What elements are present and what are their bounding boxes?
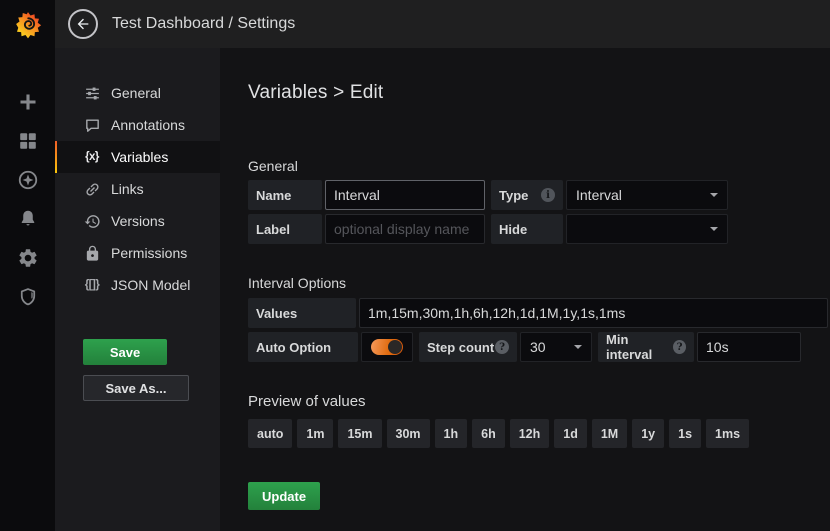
step-count-value: 30	[530, 339, 546, 355]
step-count-group: Step count ? 30	[419, 332, 592, 362]
main-content: Variables > Edit General Name Type i Int…	[220, 48, 830, 531]
name-label: Name	[248, 180, 322, 210]
sliders-icon	[83, 85, 101, 102]
back-arrow-icon	[75, 16, 91, 32]
add-icon[interactable]	[17, 91, 39, 113]
auto-option-label: Auto Option	[248, 332, 358, 362]
values-input[interactable]	[359, 298, 828, 328]
nav-item-links[interactable]: Links	[55, 173, 220, 205]
nav-item-label: JSON Model	[111, 277, 190, 293]
admin-shield-icon[interactable]	[17, 286, 39, 308]
name-field-group: Name	[248, 180, 485, 210]
explore-compass-icon[interactable]	[17, 169, 39, 191]
auto-option-toggle[interactable]	[361, 332, 413, 362]
nav-item-versions[interactable]: Versions	[55, 205, 220, 237]
hide-select[interactable]	[566, 214, 728, 244]
nav-item-json-model[interactable]: {[]} JSON Model	[55, 269, 220, 301]
history-icon	[83, 213, 101, 230]
label-field-group: Label	[248, 214, 485, 244]
preview-pill: 1ms	[706, 419, 749, 448]
info-icon[interactable]: i	[541, 188, 555, 202]
nav-item-label: Links	[111, 181, 144, 197]
back-button[interactable]	[68, 9, 98, 39]
preview-pill: 6h	[472, 419, 505, 448]
lock-icon	[83, 245, 101, 262]
page-breadcrumb: Test Dashboard / Settings	[112, 0, 295, 48]
step-count-label-text: Step count	[427, 340, 494, 355]
hide-field-group: Hide	[491, 214, 728, 244]
type-label-text: Type	[499, 188, 528, 203]
preview-pill: 1y	[632, 419, 664, 448]
name-type-row: Name Type i Interval	[248, 180, 828, 210]
toggle-knob	[388, 340, 402, 354]
nav-item-label: General	[111, 85, 161, 101]
configuration-gear-icon[interactable]	[17, 247, 39, 269]
save-as-button[interactable]: Save As...	[83, 375, 189, 401]
chevron-down-icon	[710, 193, 718, 197]
dashboard-settings-nav: General Annotations {x} Variables Links	[55, 48, 220, 531]
auto-option-group: Auto Option	[248, 332, 413, 362]
help-icon[interactable]: ?	[673, 340, 686, 354]
step-count-label: Step count ?	[419, 332, 517, 362]
label-hide-row: Label Hide	[248, 214, 828, 244]
nav-item-label: Versions	[111, 213, 165, 229]
name-input[interactable]	[325, 180, 485, 210]
nav-item-general[interactable]: General	[55, 77, 220, 109]
save-button[interactable]: Save	[83, 339, 167, 365]
auto-option-row: Auto Option Step count ? 30 Min interval	[248, 332, 828, 362]
preview-pill: 1h	[435, 419, 468, 448]
min-interval-label: Min interval ?	[598, 332, 694, 362]
alerting-bell-icon[interactable]	[17, 208, 39, 230]
side-iconbar	[0, 48, 55, 531]
chevron-down-icon	[574, 345, 582, 349]
preview-pill: 1m	[297, 419, 333, 448]
values-row: Values	[248, 298, 828, 328]
save-button-group: Save Save As...	[55, 339, 220, 401]
label-label: Label	[248, 214, 322, 244]
nav-item-permissions[interactable]: Permissions	[55, 237, 220, 269]
help-icon[interactable]: ?	[495, 340, 509, 354]
nav-item-variables[interactable]: {x} Variables	[55, 141, 220, 173]
grafana-logo[interactable]	[0, 0, 55, 48]
step-count-select[interactable]: 30	[520, 332, 592, 362]
general-section-heading: General	[248, 158, 828, 174]
variables-braces-icon: {x}	[83, 151, 101, 163]
nav-item-label: Variables	[111, 149, 168, 165]
nav-item-label: Annotations	[111, 117, 185, 133]
type-field-group: Type i Interval	[491, 180, 728, 210]
grafana-app: Test Dashboard / Settings	[0, 0, 830, 531]
min-interval-group: Min interval ?	[598, 332, 801, 362]
preview-pill: 15m	[338, 419, 381, 448]
label-input[interactable]	[325, 214, 485, 244]
page-title: Variables > Edit	[248, 82, 828, 104]
link-icon	[83, 181, 101, 198]
type-label: Type i	[491, 180, 563, 210]
hide-label: Hide	[491, 214, 563, 244]
update-button[interactable]: Update	[248, 482, 320, 510]
json-braces-icon: {[]}	[83, 279, 101, 291]
toggle-on-icon	[371, 339, 403, 355]
min-interval-input[interactable]	[697, 332, 801, 362]
preview-pill: auto	[248, 419, 292, 448]
nav-item-annotations[interactable]: Annotations	[55, 109, 220, 141]
preview-pill: 30m	[387, 419, 430, 448]
comment-icon	[83, 117, 101, 134]
preview-pill: 1d	[554, 419, 587, 448]
dashboards-icon[interactable]	[17, 130, 39, 152]
chevron-down-icon	[710, 227, 718, 231]
values-field-group: Values	[248, 298, 828, 328]
nav-item-label: Permissions	[111, 245, 187, 261]
type-select[interactable]: Interval	[566, 180, 728, 210]
values-label: Values	[248, 298, 356, 328]
top-header: Test Dashboard / Settings	[0, 0, 830, 48]
type-select-value: Interval	[576, 187, 622, 203]
preview-pills: auto 1m 15m 30m 1h 6h 12h 1d 1M 1y 1s 1m…	[248, 419, 828, 448]
preview-pill: 12h	[510, 419, 550, 448]
grafana-flame-icon	[13, 9, 43, 39]
preview-pill: 1s	[669, 419, 701, 448]
preview-pill: 1M	[592, 419, 627, 448]
min-interval-label-text: Min interval	[606, 332, 673, 362]
interval-options-heading: Interval Options	[248, 275, 828, 291]
preview-heading: Preview of values	[248, 393, 828, 410]
